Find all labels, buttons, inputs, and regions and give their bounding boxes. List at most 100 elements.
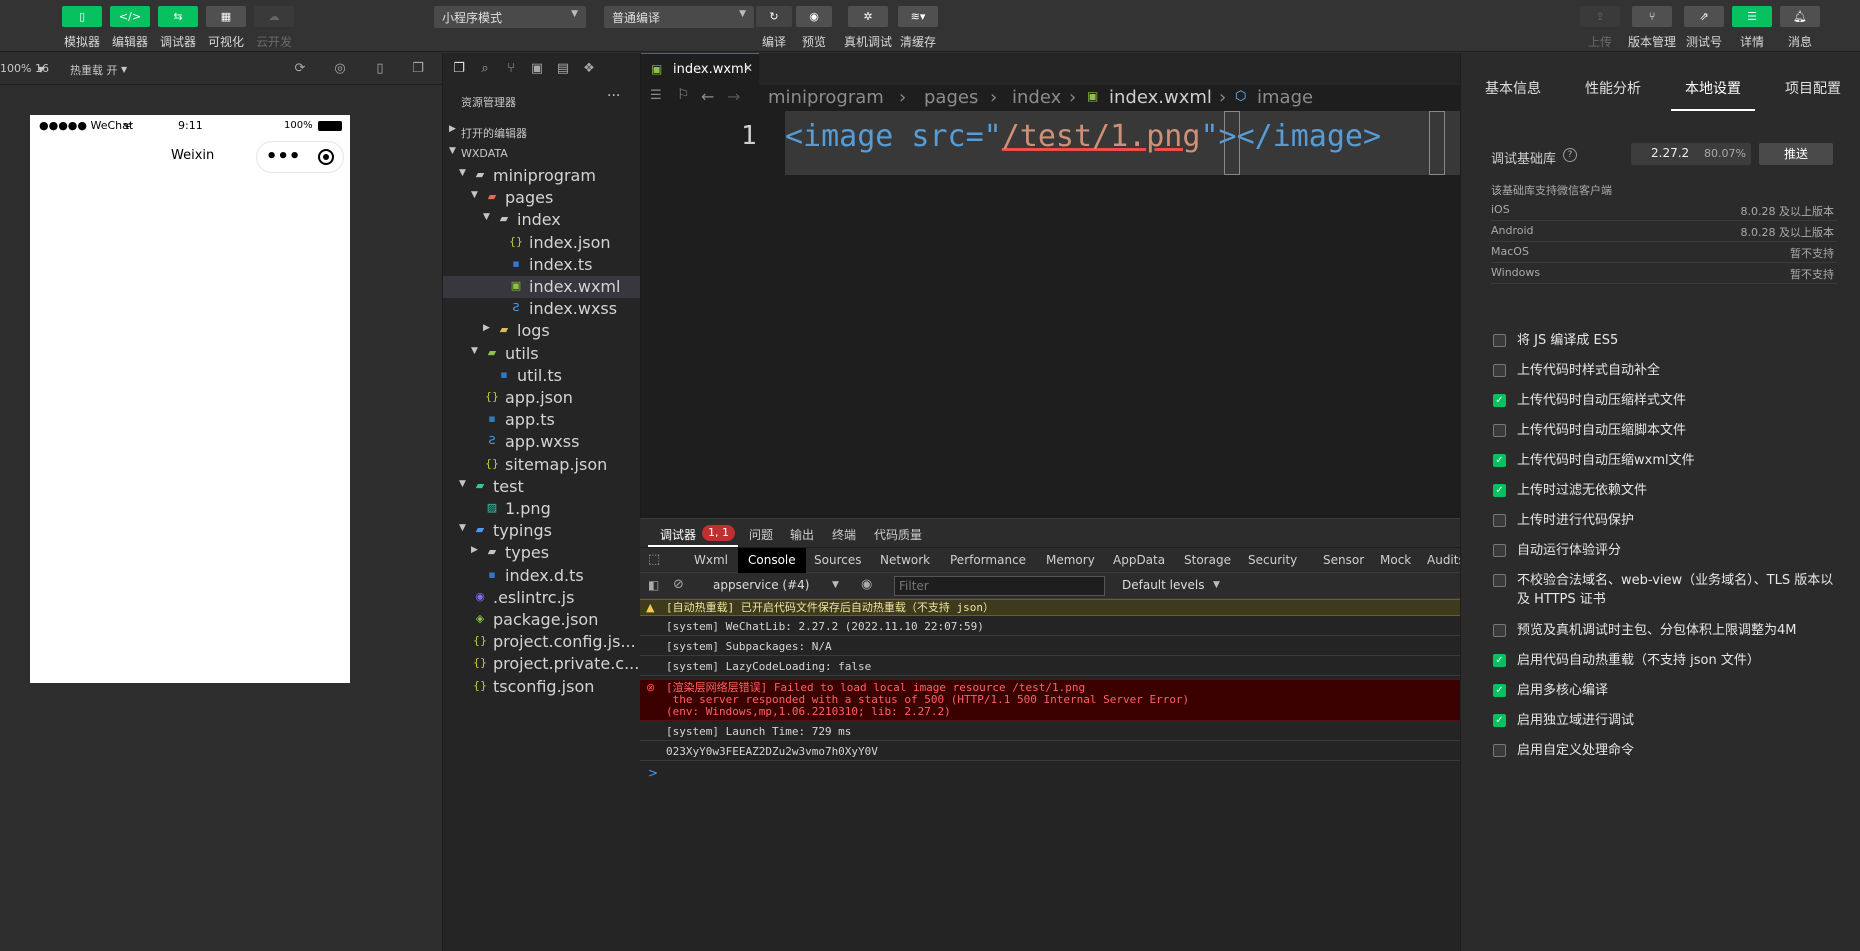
breadcrumb-item[interactable]: index <box>1012 87 1061 108</box>
editor-tab-index-wxml[interactable]: ▣ index.wxml ✕ <box>641 53 759 85</box>
test-account-button[interactable]: ⇗ <box>1684 6 1724 27</box>
tree-item[interactable]: ▪ index.ts <box>443 254 641 276</box>
lib-version-select[interactable]: 2.27.2 80.07% <box>1631 143 1751 165</box>
tree-item[interactable]: ▼ ▰ utils <box>443 343 641 365</box>
messages-button[interactable]: 🔔︎ <box>1780 6 1820 27</box>
option-checkbox[interactable] <box>1493 624 1506 637</box>
close-circle-icon[interactable] <box>318 149 335 165</box>
bookmark-icon[interactable]: ⚐ <box>677 87 690 103</box>
tree-item[interactable]: ▼ ▰ typings <box>443 520 641 542</box>
simulator-screen[interactable]: ●●●●● WeChat ᯤ 9:11 100% Weixin ••• <box>30 115 350 683</box>
detach-window-icon[interactable]: ❐ <box>410 61 426 77</box>
settings-tab-project[interactable]: 项目配置 <box>1785 78 1841 98</box>
context-select[interactable]: appservice (#4) <box>713 578 809 592</box>
compile-button[interactable]: ↻ <box>756 6 792 27</box>
simulator-toggle-button[interactable]: ▯ <box>62 6 102 27</box>
tree-item[interactable]: ▪ app.ts <box>443 409 641 431</box>
settings-tab-performance[interactable]: 性能分析 <box>1585 78 1641 98</box>
console-log-entry[interactable]: [system] Subpackages: N/A <box>640 639 1460 656</box>
close-icon[interactable]: ✕ <box>743 61 753 75</box>
tree-item[interactable]: {} index.json <box>443 232 641 254</box>
rotate-icon[interactable]: ⟳ <box>292 61 308 77</box>
upload-button[interactable]: ⇪ <box>1580 6 1620 27</box>
help-icon[interactable]: ? <box>1563 148 1577 162</box>
eye-icon[interactable]: ◉ <box>861 577 872 592</box>
tab-terminal[interactable]: 终端 <box>832 526 856 543</box>
docker-icon[interactable]: ❖ <box>581 61 597 77</box>
tree-item[interactable]: {} tsconfig.json <box>443 676 641 698</box>
breadcrumb-item[interactable]: index.wxml <box>1109 87 1212 108</box>
details-button[interactable]: ☰ <box>1732 6 1772 27</box>
tree-item[interactable]: ▼ ▰ miniprogram <box>443 165 641 187</box>
console-log-entry[interactable]: 023XyY0w3FEEAZ2DZu2w3vmo7h0XyY0V <box>640 744 1460 761</box>
inspect-element-icon[interactable]: ⬚ <box>648 552 660 567</box>
option-checkbox[interactable] <box>1493 424 1506 437</box>
compile-select[interactable]: 普通编译 ▼ <box>604 6 754 28</box>
tree-item[interactable]: ▶ ▰ logs <box>443 320 641 342</box>
option-checkbox[interactable] <box>1493 364 1506 377</box>
console-log-entry[interactable]: ⊗ [渲染层网络层错误] Failed to load local image r… <box>640 679 1460 721</box>
option-checkbox[interactable]: ✓ <box>1493 714 1506 727</box>
panel-tab-memory[interactable]: Memory <box>1036 548 1105 573</box>
tree-item[interactable]: {} app.json <box>443 387 641 409</box>
record-icon[interactable]: ◎ <box>332 61 348 77</box>
console-filter-input[interactable] <box>894 576 1105 596</box>
debugger-toggle-button[interactable]: ⇆ <box>158 6 198 27</box>
tree-item[interactable]: Ƨindex.wxss <box>443 298 641 320</box>
hot-reload-select[interactable]: 热重载 开 <box>70 62 118 78</box>
open-editors-section[interactable]: ▶ 打开的编辑器 <box>443 121 641 143</box>
tree-item[interactable]: {} project.config.js... <box>443 631 641 653</box>
panel-tab-wxml[interactable]: Wxml <box>684 548 738 573</box>
source-control-icon[interactable]: ⑂ <box>503 61 519 77</box>
tree-item[interactable]: ▶ ▰ types <box>443 542 641 564</box>
tree-item[interactable]: {} sitemap.json <box>443 454 641 476</box>
tree-item[interactable]: ◈ package.json <box>443 609 641 631</box>
editor-toggle-button[interactable]: </> <box>110 6 150 27</box>
panel-tab-network[interactable]: Network <box>870 548 940 573</box>
mode-select[interactable]: 小程序模式 ▼ <box>434 6 586 28</box>
panel-tab-security[interactable]: Security <box>1238 548 1307 573</box>
cloud-dev-button[interactable]: ☁ <box>254 6 294 27</box>
console-log-entry[interactable]: [system] Launch Time: 729 ms <box>640 724 1460 741</box>
forward-arrow-icon[interactable]: → <box>727 87 740 106</box>
tree-item[interactable]: ▪ util.ts <box>443 365 641 387</box>
option-checkbox[interactable] <box>1493 574 1506 587</box>
console-prompt[interactable]: > <box>648 766 658 780</box>
console-log-entry[interactable]: [system] WeChatLib: 2.27.2 (2022.11.10 2… <box>640 619 1460 636</box>
tree-item[interactable]: ▼ ▰ test <box>443 476 641 498</box>
search-icon[interactable]: ⌕ <box>477 61 493 77</box>
log-levels-select[interactable]: Default levels <box>1122 578 1204 592</box>
option-checkbox[interactable]: ✓ <box>1493 394 1506 407</box>
tree-item[interactable]: ▼ ▰ index <box>443 209 641 231</box>
console-log-entry[interactable]: ▲ [自动热重载] 已开启代码文件保存后自动热重载（不支持 json） <box>640 599 1460 616</box>
tab-problems[interactable]: 问题 <box>749 526 773 543</box>
option-checkbox[interactable]: ✓ <box>1493 654 1506 667</box>
preview-button[interactable]: ◉ <box>796 6 832 27</box>
option-checkbox[interactable] <box>1493 334 1506 347</box>
tree-item[interactable]: ▼ ▰ pages <box>443 187 641 209</box>
tree-item[interactable]: ▣ index.wxml <box>443 276 641 298</box>
breadcrumb-item[interactable]: pages <box>924 87 978 108</box>
tree-item[interactable]: {} project.private.c... <box>443 653 641 675</box>
code-line-1[interactable]: 1 <image src="/test/1.png"></image> <box>641 107 1461 175</box>
version-button[interactable]: ⑂ <box>1632 6 1672 27</box>
option-checkbox[interactable] <box>1493 744 1506 757</box>
tab-debugger[interactable]: 调试器 <box>660 526 696 543</box>
panel-tab-sources[interactable]: Sources <box>804 548 871 573</box>
panel-tab-performance[interactable]: Performance <box>940 548 1036 573</box>
option-checkbox[interactable]: ✓ <box>1493 454 1506 467</box>
clear-console-icon[interactable]: ⊘ <box>673 577 684 592</box>
tab-code-quality[interactable]: 代码质量 <box>874 526 922 543</box>
visual-toggle-button[interactable]: ▦ <box>206 6 246 27</box>
tab-output[interactable]: 输出 <box>790 526 814 543</box>
workspace-section[interactable]: ▼ WXDATA <box>443 143 641 165</box>
menu-capsule[interactable]: ••• <box>256 141 344 173</box>
tree-item[interactable]: ▪ index.d.ts <box>443 565 641 587</box>
panel-tab-sensor[interactable]: Sensor <box>1313 548 1374 573</box>
panel-tab-mock[interactable]: Mock <box>1370 548 1421 573</box>
storage-icon[interactable]: ▤ <box>555 61 571 77</box>
settings-tab-basic[interactable]: 基本信息 <box>1485 78 1541 98</box>
breadcrumb-item[interactable]: miniprogram <box>768 87 884 108</box>
more-icon[interactable]: ··· <box>607 88 620 104</box>
list-icon[interactable]: ☰ <box>650 88 662 103</box>
